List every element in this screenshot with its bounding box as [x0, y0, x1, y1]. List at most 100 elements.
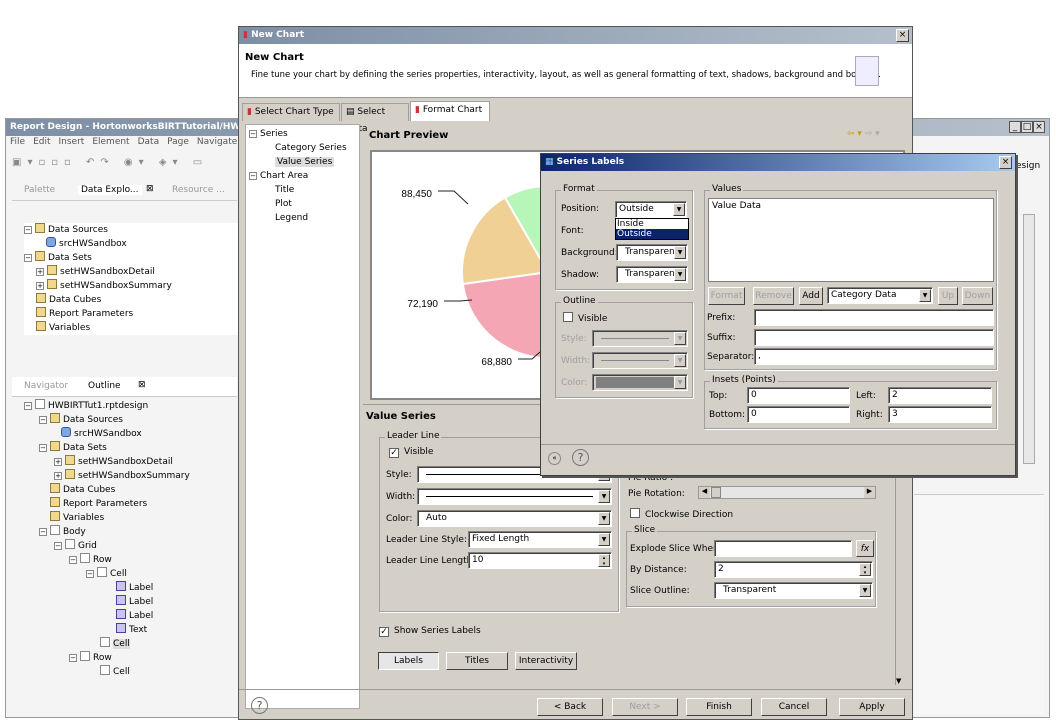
nav-value-series[interactable]: Value Series	[249, 155, 356, 169]
values-list-item[interactable]: Value Data	[712, 201, 990, 211]
format-button[interactable]: Format	[708, 287, 745, 305]
tree-item[interactable]: + setHWSandboxSummary	[24, 469, 239, 483]
tree-item[interactable]: Text	[24, 623, 239, 637]
preview-nav-arrows[interactable]: ⇦ ▾ ⇨ ▾	[847, 129, 880, 139]
design-tab-fragment[interactable]: esign	[1016, 161, 1040, 171]
outline-color-select[interactable]: ▼	[592, 374, 688, 391]
labels-button[interactable]: Labels	[378, 652, 439, 670]
down-button[interactable]: Down	[962, 287, 993, 305]
suffix-input[interactable]	[754, 329, 994, 346]
inset-right-input[interactable]: 3	[888, 406, 992, 423]
leader-visible-checkbox[interactable]: ✓ Visible	[389, 447, 433, 458]
tree-item[interactable]: − Cell	[24, 567, 239, 581]
close-series-labels-button[interactable]: ×	[999, 156, 1012, 169]
interactivity-button[interactable]: Interactivity	[515, 652, 577, 670]
position-select[interactable]: Outside ▼	[615, 201, 687, 218]
tree-item[interactable]: − Data Sources	[24, 413, 239, 427]
inset-top-input[interactable]: 0	[747, 387, 850, 404]
tree-item[interactable]: + setHWSandboxDetail	[24, 455, 239, 469]
tree-item[interactable]: Variables	[24, 321, 239, 335]
outline-style-select[interactable]: ▼	[592, 330, 688, 347]
add-button[interactable]: Add	[799, 287, 823, 305]
tab-outline[interactable]: Outline	[88, 381, 121, 391]
remove-button[interactable]: Remove	[753, 287, 794, 305]
slider-right-arrow[interactable]: ▶	[864, 487, 875, 498]
leader-line-style-select[interactable]: Fixed Length ▼	[468, 531, 612, 548]
menu-page[interactable]: Page	[167, 137, 189, 147]
tab-select-chart-type[interactable]: ▮ Select Chart Type	[242, 103, 340, 121]
help-icon[interactable]: ?	[572, 449, 589, 466]
close-tab-icon[interactable]: ⊠	[146, 184, 154, 194]
finish-button[interactable]: Finish	[686, 698, 752, 716]
leader-color-select[interactable]: Auto ▼	[417, 510, 612, 527]
tree-item[interactable]: Label	[24, 581, 239, 595]
tree-item[interactable]: + setHWSandboxDetail	[24, 265, 239, 279]
tree-item[interactable]: Label	[24, 609, 239, 623]
tree-item[interactable]: Variables	[24, 511, 239, 525]
outline-width-select[interactable]: ▼	[592, 352, 688, 369]
fx-expression-button[interactable]: fx	[856, 540, 874, 557]
tree-item[interactable]: srcHWSandbox	[24, 427, 239, 441]
tree-item[interactable]: − Data Sets	[24, 251, 239, 265]
clockwise-checkbox[interactable]: Clockwise Direction	[630, 508, 733, 520]
leader-line-length-spinner[interactable]: 10 ▴ ▾	[468, 552, 612, 569]
menu-insert[interactable]: Insert	[59, 137, 85, 147]
tab-palette[interactable]: Palette	[24, 185, 55, 195]
separator-input[interactable]: ,	[754, 348, 994, 365]
nav-chart-area[interactable]: − Chart Area	[249, 169, 356, 183]
slider-left-arrow[interactable]: ◀	[699, 487, 710, 498]
menu-data[interactable]: Data	[138, 137, 160, 147]
tab-format-chart[interactable]: ▮ Format Chart	[410, 101, 490, 121]
add-type-select[interactable]: Category Data ▼	[827, 287, 933, 304]
explode-slice-input[interactable]	[714, 540, 852, 557]
slider-thumb[interactable]	[711, 487, 721, 498]
menu-file[interactable]: File	[10, 137, 25, 147]
by-distance-spinner[interactable]: 2 ▴ ▾	[714, 561, 873, 578]
right-scrollbar[interactable]	[1023, 214, 1035, 464]
menu-edit[interactable]: Edit	[33, 137, 50, 147]
apply-button[interactable]: Apply	[839, 698, 905, 716]
tree-item[interactable]: Cell	[24, 665, 239, 679]
nav-series[interactable]: − Series	[249, 127, 356, 141]
tree-item[interactable]: + setHWSandboxSummary	[24, 279, 239, 293]
tab-navigator[interactable]: Navigator	[24, 381, 68, 391]
leader-width-select[interactable]: ▼	[417, 488, 612, 505]
menu-navigate[interactable]: Navigate	[197, 137, 237, 147]
close-tab-icon[interactable]: ⊠	[138, 380, 146, 390]
maximize-button[interactable]: □	[1021, 121, 1033, 133]
inset-left-input[interactable]: 2	[888, 387, 992, 404]
pie-rotation-slider[interactable]: ◀ ▶	[698, 486, 876, 499]
values-list[interactable]: Value Data	[708, 198, 994, 282]
nav-legend[interactable]: Legend	[249, 211, 356, 225]
next-button[interactable]: Next >	[612, 698, 678, 716]
tab-resource-explorer[interactable]: Resource ...	[172, 185, 225, 195]
minimize-button[interactable]: _	[1009, 121, 1021, 133]
back-button[interactable]: < Back	[537, 698, 603, 716]
close-window-button[interactable]: ×	[1033, 121, 1045, 133]
tree-item[interactable]: − Grid	[24, 539, 239, 553]
tab-data-explorer[interactable]: Data Explo...	[78, 185, 142, 195]
tree-item[interactable]: Label	[24, 595, 239, 609]
help-icon[interactable]: ?	[251, 697, 268, 714]
prefix-input[interactable]	[754, 309, 994, 326]
position-option-inside[interactable]: Inside	[616, 219, 688, 229]
outline-visible-checkbox[interactable]: Visible	[563, 312, 607, 324]
tree-item[interactable]: − Row	[24, 553, 239, 567]
up-button[interactable]: Up	[938, 287, 958, 305]
slice-outline-select[interactable]: Transparent ▼	[714, 582, 873, 599]
shadow-select[interactable]: Transparent ▼	[616, 266, 688, 283]
close-dialog-button[interactable]: ×	[896, 29, 909, 42]
nav-title[interactable]: Title	[249, 183, 356, 197]
tree-item[interactable]: srcHWSandbox	[24, 237, 239, 251]
tree-item[interactable]: − Data Sources	[24, 223, 239, 237]
tree-item[interactable]: Report Parameters	[24, 307, 239, 321]
nav-category-series[interactable]: Category Series	[249, 141, 356, 155]
menu-element[interactable]: Element	[92, 137, 129, 147]
inset-bottom-input[interactable]: 0	[747, 406, 850, 423]
titles-button[interactable]: Titles	[446, 652, 508, 670]
collapse-icon[interactable]: «	[548, 452, 561, 465]
tree-item[interactable]: − Body	[24, 525, 239, 539]
tree-item[interactable]: Report Parameters	[24, 497, 239, 511]
position-option-outside[interactable]: Outside	[616, 229, 688, 239]
background-select[interactable]: Transparent ▼	[616, 244, 688, 261]
